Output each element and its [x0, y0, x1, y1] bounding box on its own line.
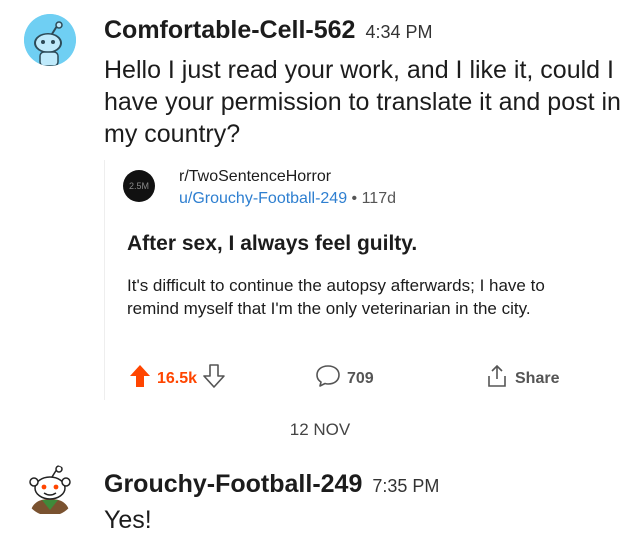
share-label: Share [515, 369, 560, 387]
post-author[interactable]: u/Grouchy-Football-249 [179, 190, 347, 207]
share-button[interactable]: Share [485, 364, 559, 393]
username[interactable]: Comfortable-Cell-562 [104, 16, 355, 44]
upvote-arrow-icon[interactable] [129, 364, 151, 393]
message-text: Hello I just read your work, and I like … [104, 56, 621, 148]
subreddit-name[interactable]: r/TwoSentenceHorror [179, 168, 331, 186]
comment-bubble-icon [315, 364, 341, 393]
subreddit-icon: 2.5M [123, 170, 155, 202]
timestamp: 4:34 PM [365, 22, 433, 42]
timestamp: 7:35 PM [372, 476, 440, 496]
post-actions: 16.5k 709 Share [123, 364, 593, 392]
downvote-arrow-icon[interactable] [203, 364, 225, 393]
vote-controls: 16.5k [129, 364, 225, 393]
separator-dot: • [351, 190, 362, 207]
shared-post-card[interactable]: 2.5M r/TwoSentenceHorror u/Grouchy-Footb… [104, 160, 591, 400]
post-body: It's difficult to continue the autopsy a… [127, 276, 545, 318]
snoo-avatar-icon [24, 464, 76, 516]
post-author-line: u/Grouchy-Football-249 • 117d [179, 190, 396, 208]
post-age: 117d [361, 190, 396, 207]
message-header-1: Comfortable-Cell-562 4:34 PM [104, 16, 433, 45]
post-title: After sex, I always feel guilty. [127, 232, 418, 255]
message-text: Yes! [104, 506, 152, 534]
date-separator: 12 NOV [289, 420, 351, 439]
comments-button[interactable]: 709 [315, 364, 374, 393]
username[interactable]: Grouchy-Football-249 [104, 470, 362, 498]
vote-count: 16.5k [157, 369, 198, 387]
message-header-2: Grouchy-Football-249 7:35 PM [104, 470, 439, 499]
user-avatar-1[interactable] [24, 14, 76, 66]
snoo-avatar-icon [24, 14, 76, 66]
user-avatar-2[interactable] [24, 464, 76, 516]
comment-count: 709 [347, 369, 374, 387]
share-icon [485, 364, 509, 393]
